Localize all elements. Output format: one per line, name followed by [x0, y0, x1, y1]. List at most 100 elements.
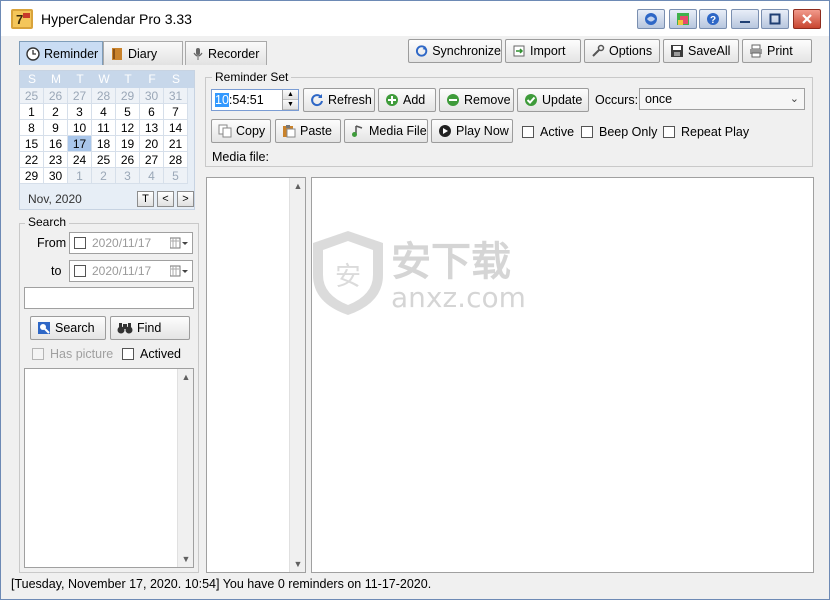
- calendar-day[interactable]: 18: [92, 136, 116, 152]
- to-date-picker[interactable]: 2020/11/17: [69, 260, 193, 282]
- calendar-day[interactable]: 27: [68, 88, 92, 104]
- reminder-time-input[interactable]: 10:54:51 ▲ ▼: [211, 89, 299, 111]
- print-button[interactable]: Print: [742, 39, 812, 63]
- from-date-picker[interactable]: 2020/11/17: [69, 232, 193, 254]
- media-file-button[interactable]: Media File: [344, 119, 428, 143]
- calendar-day[interactable]: 24: [68, 152, 92, 168]
- add-button[interactable]: Add: [378, 88, 436, 112]
- spin-up-icon[interactable]: ▲: [283, 90, 298, 100]
- calendar-day[interactable]: 29: [20, 168, 44, 184]
- copy-button[interactable]: Copy: [211, 119, 271, 143]
- calendar-day[interactable]: 25: [92, 152, 116, 168]
- active-checkbox[interactable]: [522, 126, 534, 138]
- calendar-day[interactable]: 12: [116, 120, 140, 136]
- calendar-day[interactable]: 17: [68, 136, 92, 152]
- month-calendar[interactable]: S M T W T F S 25 26 27 28 29 30 31 1 2 3 4 5 6 7 8 9 10 1…: [19, 70, 195, 210]
- calendar-day[interactable]: 19: [116, 136, 140, 152]
- scroll-down-icon[interactable]: ▼: [178, 551, 194, 567]
- close-button[interactable]: [793, 9, 821, 29]
- calendar-day[interactable]: 16: [44, 136, 68, 152]
- help-button[interactable]: ?: [699, 9, 727, 29]
- occurs-select[interactable]: once ⌄: [639, 88, 805, 110]
- calendar-day[interactable]: 11: [92, 120, 116, 136]
- calendar-day[interactable]: 4: [140, 168, 164, 184]
- scroll-up-icon[interactable]: ▲: [290, 178, 306, 194]
- shield-logo-icon: 安: [313, 231, 383, 315]
- spin-down-icon[interactable]: ▼: [283, 100, 298, 110]
- scroll-up-icon[interactable]: ▲: [178, 369, 194, 385]
- repeat-play-checkbox[interactable]: [663, 126, 675, 138]
- tab-recorder[interactable]: Recorder: [185, 41, 267, 65]
- calendar-day[interactable]: 5: [116, 104, 140, 120]
- skin-button[interactable]: [669, 9, 697, 29]
- calendar-day[interactable]: 29: [116, 88, 140, 104]
- import-button[interactable]: Import: [505, 39, 581, 63]
- calendar-day[interactable]: 3: [68, 104, 92, 120]
- to-date-checkbox[interactable]: [74, 265, 86, 277]
- repeat-play-option[interactable]: Repeat Play: [663, 125, 749, 139]
- options-button[interactable]: Options: [584, 39, 660, 63]
- calendar-day[interactable]: 30: [44, 168, 68, 184]
- calendar-day[interactable]: 21: [164, 136, 188, 152]
- calendar-day[interactable]: 13: [140, 120, 164, 136]
- calendar-day[interactable]: 25: [20, 88, 44, 104]
- active-option[interactable]: Active: [522, 125, 574, 139]
- tab-reminder[interactable]: Reminder: [19, 41, 103, 65]
- saveall-button[interactable]: SaveAll: [663, 39, 739, 63]
- remove-button[interactable]: Remove: [439, 88, 514, 112]
- synchronize-button[interactable]: Synchronize: [408, 39, 502, 63]
- search-results-scrollbar[interactable]: ▲ ▼: [177, 369, 193, 567]
- search-icon: [38, 322, 50, 334]
- calendar-day[interactable]: 10: [68, 120, 92, 136]
- calendar-day[interactable]: 28: [92, 88, 116, 104]
- calendar-day[interactable]: 9: [44, 120, 68, 136]
- calendar-day[interactable]: 5: [164, 168, 188, 184]
- calendar-day[interactable]: 28: [164, 152, 188, 168]
- paste-button[interactable]: Paste: [275, 119, 341, 143]
- beep-only-checkbox[interactable]: [581, 126, 593, 138]
- calendar-day[interactable]: 2: [44, 104, 68, 120]
- calendar-day[interactable]: 31: [164, 88, 188, 104]
- reminder-list-scrollbar[interactable]: ▲ ▼: [289, 178, 305, 572]
- calendar-day[interactable]: 2: [92, 168, 116, 184]
- calendar-day[interactable]: 6: [140, 104, 164, 120]
- calendar-day[interactable]: 20: [140, 136, 164, 152]
- calendar-day[interactable]: 23: [44, 152, 68, 168]
- calendar-day[interactable]: 26: [116, 152, 140, 168]
- search-button[interactable]: Search: [30, 316, 106, 340]
- calendar-day[interactable]: 14: [164, 120, 188, 136]
- globe-help-button[interactable]: [637, 9, 665, 29]
- calendar-day[interactable]: 27: [140, 152, 164, 168]
- from-label: From: [37, 236, 67, 250]
- tab-diary[interactable]: Diary: [103, 41, 183, 65]
- prev-month-button[interactable]: <: [157, 191, 174, 207]
- actived-checkbox[interactable]: [122, 348, 134, 360]
- refresh-button[interactable]: Refresh: [303, 88, 375, 112]
- calendar-day[interactable]: 15: [20, 136, 44, 152]
- reminder-list[interactable]: ▲ ▼: [206, 177, 306, 573]
- search-results-list[interactable]: ▲ ▼: [24, 368, 194, 568]
- calendar-day[interactable]: 3: [116, 168, 140, 184]
- calendar-day[interactable]: 30: [140, 88, 164, 104]
- update-button[interactable]: Update: [517, 88, 589, 112]
- maximize-button[interactable]: [761, 9, 789, 29]
- calendar-day[interactable]: 26: [44, 88, 68, 104]
- search-text-input[interactable]: [24, 287, 194, 309]
- calendar-day[interactable]: 1: [20, 104, 44, 120]
- today-button[interactable]: T: [137, 191, 154, 207]
- find-button[interactable]: Find: [110, 316, 190, 340]
- beep-only-option[interactable]: Beep Only: [581, 125, 657, 139]
- from-date-checkbox[interactable]: [74, 237, 86, 249]
- actived-option[interactable]: Actived: [122, 347, 181, 361]
- time-rest: :54:51: [228, 93, 264, 107]
- time-spinner[interactable]: ▲ ▼: [282, 90, 298, 110]
- calendar-day[interactable]: 4: [92, 104, 116, 120]
- calendar-day[interactable]: 8: [20, 120, 44, 136]
- calendar-day[interactable]: 22: [20, 152, 44, 168]
- calendar-day[interactable]: 1: [68, 168, 92, 184]
- next-month-button[interactable]: >: [177, 191, 194, 207]
- calendar-day[interactable]: 7: [164, 104, 188, 120]
- play-now-button[interactable]: Play Now: [431, 119, 513, 143]
- minimize-button[interactable]: [731, 9, 759, 29]
- scroll-down-icon[interactable]: ▼: [290, 556, 306, 572]
